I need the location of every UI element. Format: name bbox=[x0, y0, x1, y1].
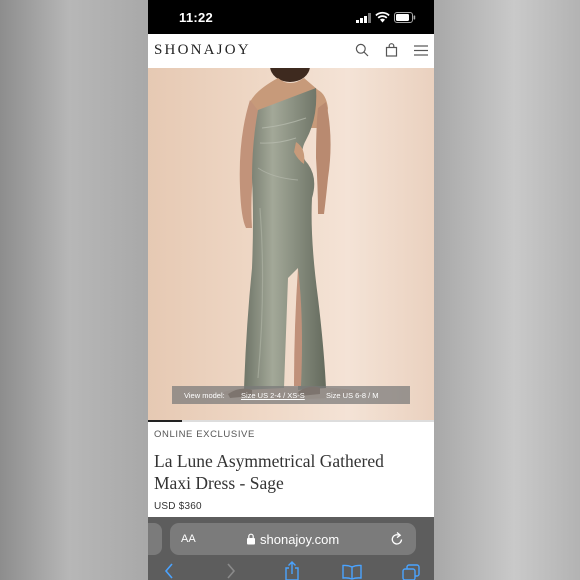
forward-icon[interactable] bbox=[226, 563, 236, 579]
search-icon[interactable] bbox=[355, 43, 369, 57]
size-option-xs-s[interactable]: Size US 2-4 / XS-S bbox=[241, 391, 305, 400]
model-size-bar: View model: Size US 2-4 / XS-S Size US 6… bbox=[172, 386, 410, 404]
view-model-label: View model: bbox=[184, 391, 225, 400]
product-price: USD $360 bbox=[154, 501, 202, 512]
tabs-icon[interactable] bbox=[402, 564, 420, 580]
bag-icon[interactable] bbox=[385, 43, 398, 57]
cellular-signal-icon bbox=[356, 13, 371, 23]
text-size-button[interactable]: AA bbox=[181, 533, 196, 545]
battery-icon bbox=[394, 12, 416, 23]
background-right bbox=[434, 0, 580, 580]
online-exclusive-badge: ONLINE EXCLUSIVE bbox=[154, 429, 255, 440]
product-image[interactable]: View model: Size US 2-4 / XS-S Size US 6… bbox=[148, 68, 434, 422]
image-carousel-progress bbox=[148, 420, 434, 422]
share-icon[interactable] bbox=[284, 561, 300, 580]
reload-icon[interactable] bbox=[390, 531, 404, 546]
url-domain: shonajoy.com bbox=[260, 532, 340, 547]
status-time: 11:22 bbox=[179, 10, 214, 25]
product-title: La Lune Asymmetrical Gathered Maxi Dress… bbox=[154, 451, 384, 493]
lock-icon bbox=[247, 533, 255, 545]
back-icon[interactable] bbox=[164, 563, 174, 579]
model-in-dress-image bbox=[223, 68, 363, 399]
site-header: SHONAJOY bbox=[148, 34, 434, 69]
size-option-m[interactable]: Size US 6-8 / M bbox=[326, 391, 379, 400]
wifi-icon bbox=[375, 11, 390, 23]
image-carousel-progress-fill bbox=[148, 420, 183, 422]
menu-icon[interactable] bbox=[414, 45, 428, 56]
brand-logo[interactable]: SHONAJOY bbox=[154, 42, 251, 59]
previous-tab-preview[interactable] bbox=[148, 523, 162, 555]
status-bar: 11:22 bbox=[148, 0, 434, 34]
bookmarks-icon[interactable] bbox=[342, 564, 362, 580]
address-bar[interactable]: AA shonajoy.com bbox=[170, 523, 416, 555]
phone-screen: 11:22 SHONAJOY View model: Size US 2-4 /… bbox=[148, 0, 434, 580]
browser-bar: AA shonajoy.com bbox=[148, 517, 434, 580]
